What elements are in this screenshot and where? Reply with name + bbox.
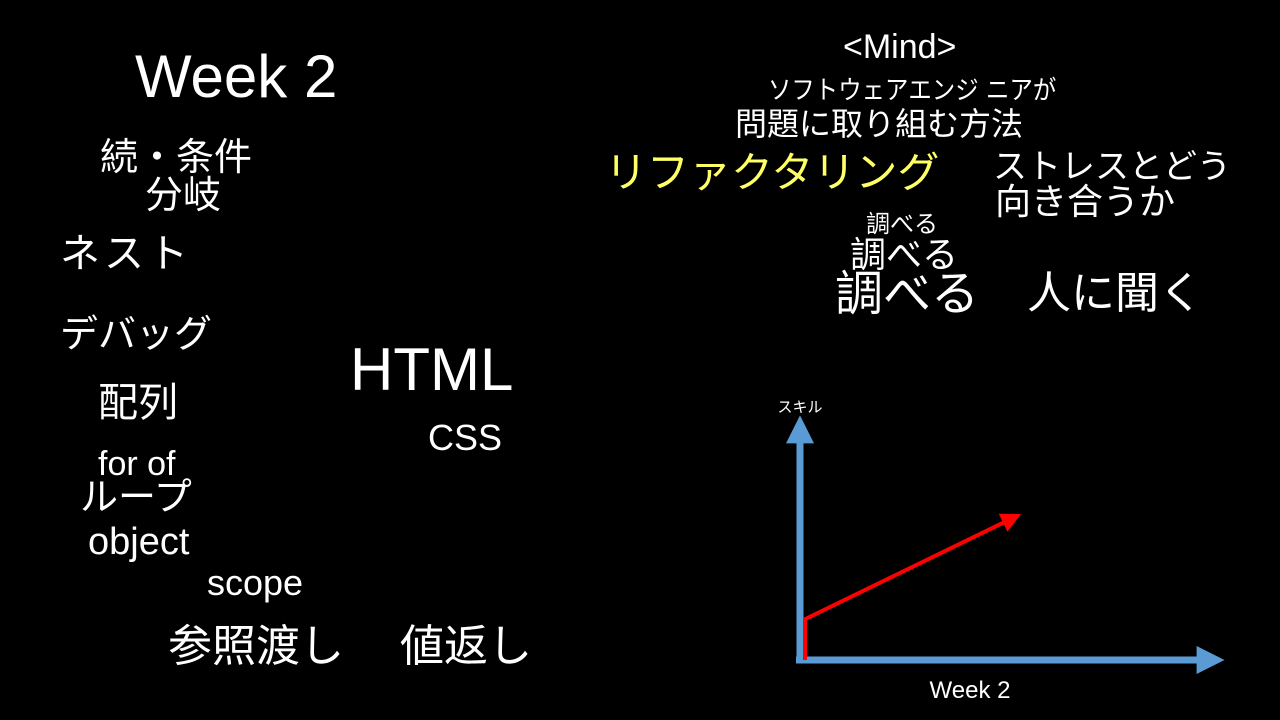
mind-look-up-large: 調べる [835,266,980,322]
topic-css: CSS [428,417,503,458]
y-axis-label: スキル [777,399,822,416]
topic-nest: ネスト [60,231,192,277]
mind-refactoring: リファクタリング [605,148,940,197]
topic-html: HTML [350,336,514,403]
topic-object: object [88,521,190,563]
x-axis-label: Week 2 [930,677,1011,704]
topic-return-value: 値返し [400,621,532,672]
mind-engineer-line1: ソフトウェアエンジ ニアが [768,76,1057,106]
mind-engineer-line2: 問題に取り組む方法 [735,105,1024,143]
topic-condition-line2: 分岐 [145,173,222,217]
mind-stress-line1: ストレスとどう [993,147,1231,187]
topic-pass-by-reference: 参照渡し [168,621,344,672]
slide: Week 2 続・条件 分岐 ネスト デバッグ 配列 for of ループ ob… [0,0,1280,720]
mind-look-up-small: 調べる [866,210,938,238]
skill-trend-line [803,513,1021,660]
topic-loop: ループ [80,475,192,519]
topic-scope: scope [207,562,304,603]
mind-stress-line2: 向き合うか [995,182,1176,223]
skill-graph: スキル Week 2 [777,399,1225,704]
topic-debug: デバッグ [60,312,213,356]
mind-ask-people: 人に聞く [1027,268,1203,319]
slide-title: Week 2 [135,43,338,110]
topic-array: 配列 [98,380,178,426]
mind-heading: <Mind> [843,28,957,66]
topic-condition-line1: 続・条件 [100,135,253,179]
